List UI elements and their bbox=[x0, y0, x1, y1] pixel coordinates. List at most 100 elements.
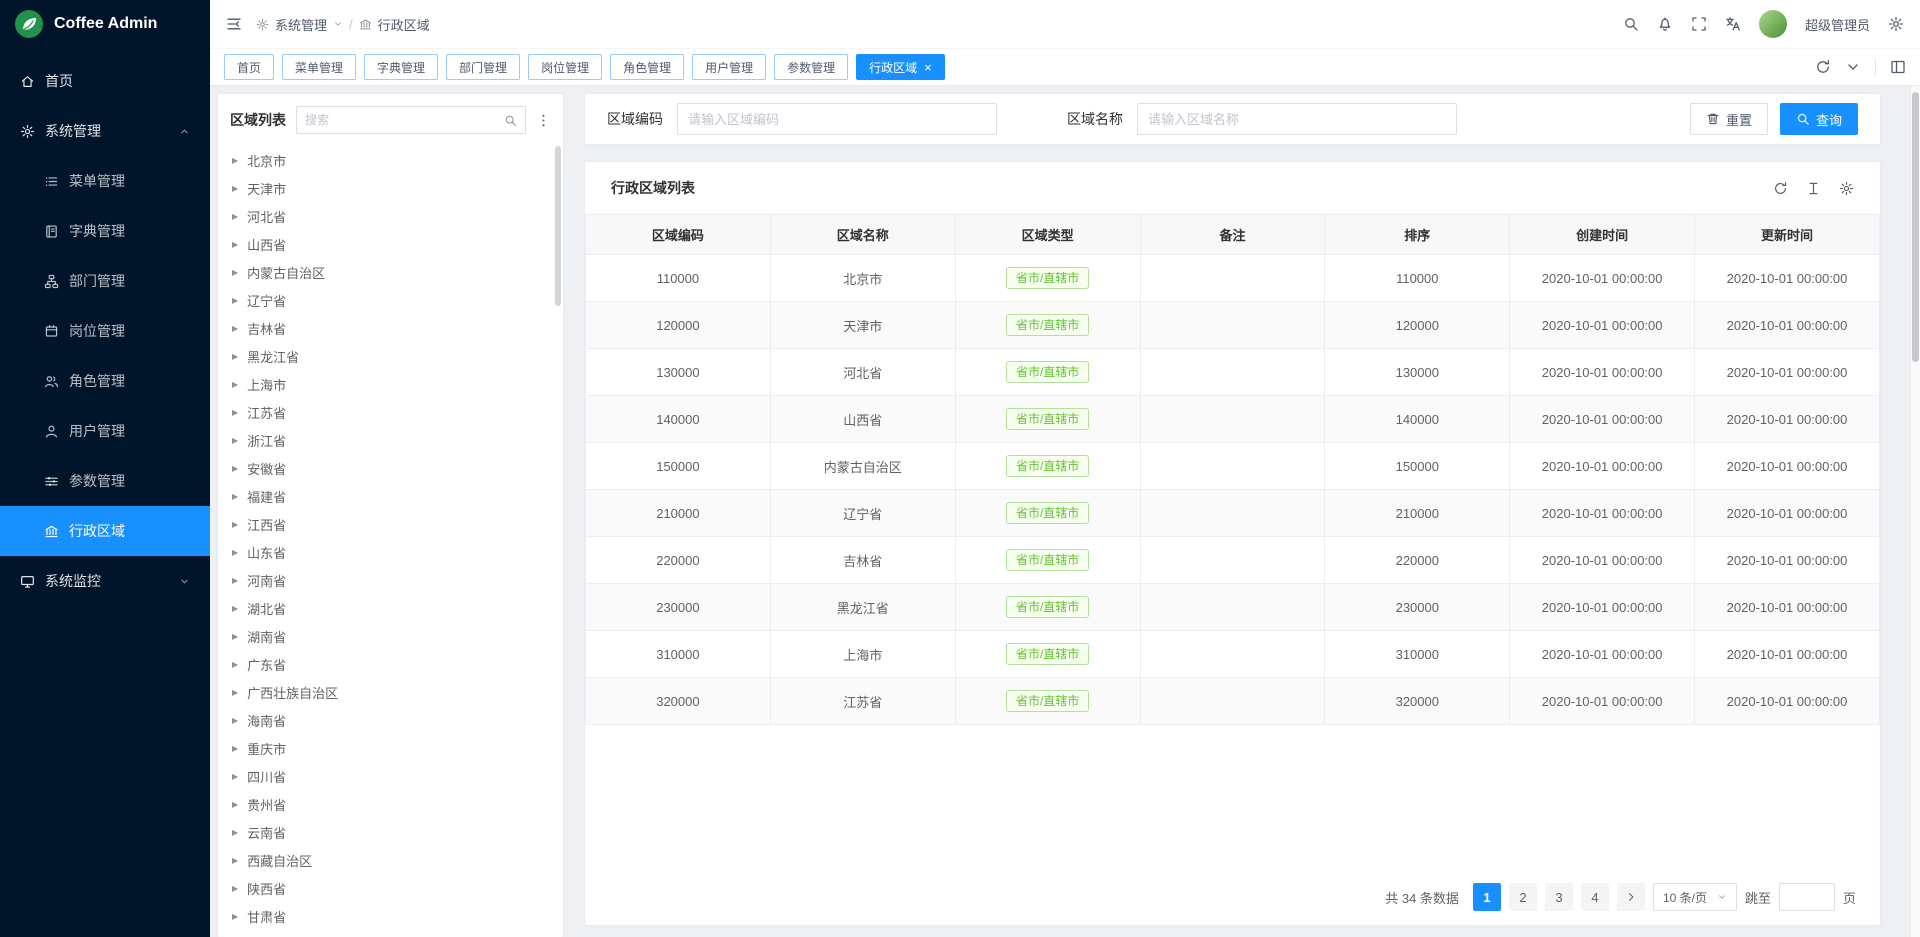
caret-right-icon[interactable]: ▶ bbox=[232, 352, 238, 361]
reset-button[interactable]: 重置 bbox=[1690, 103, 1768, 135]
tab-home[interactable]: 首页 bbox=[224, 54, 274, 80]
table-row[interactable]: 140000 山西省 省市/直辖市 140000 2020-10-01 00:0… bbox=[586, 396, 1880, 443]
caret-right-icon[interactable]: ▶ bbox=[232, 912, 238, 921]
tree-item[interactable]: ▶ 广东省 bbox=[218, 650, 563, 678]
caret-right-icon[interactable]: ▶ bbox=[232, 800, 238, 809]
tree-item[interactable]: ▶ 贵州省 bbox=[218, 790, 563, 818]
tree-item[interactable]: ▶ 青海省 bbox=[218, 930, 563, 937]
caret-right-icon[interactable]: ▶ bbox=[232, 408, 238, 417]
tab-user[interactable]: 用户管理 bbox=[692, 54, 766, 80]
caret-right-icon[interactable]: ▶ bbox=[232, 660, 238, 669]
caret-right-icon[interactable]: ▶ bbox=[232, 576, 238, 585]
table-row[interactable]: 230000 黑龙江省 省市/直辖市 230000 2020-10-01 00:… bbox=[586, 584, 1880, 631]
tab-menu[interactable]: 菜单管理 bbox=[282, 54, 356, 80]
table-row[interactable]: 210000 辽宁省 省市/直辖市 210000 2020-10-01 00:0… bbox=[586, 490, 1880, 537]
tree-item[interactable]: ▶ 福建省 bbox=[218, 482, 563, 510]
table-row[interactable]: 110000 北京市 省市/直辖市 110000 2020-10-01 00:0… bbox=[586, 255, 1880, 302]
page-size-select[interactable]: 10 条/页 bbox=[1653, 883, 1737, 911]
tree-item[interactable]: ▶ 西藏自治区 bbox=[218, 846, 563, 874]
page-button[interactable]: 4 bbox=[1581, 883, 1609, 911]
tab-param[interactable]: 参数管理 bbox=[774, 54, 848, 80]
tab-post[interactable]: 岗位管理 bbox=[528, 54, 602, 80]
caret-right-icon[interactable]: ▶ bbox=[232, 772, 238, 781]
tree-item[interactable]: ▶ 云南省 bbox=[218, 818, 563, 846]
caret-right-icon[interactable]: ▶ bbox=[232, 464, 238, 473]
caret-right-icon[interactable]: ▶ bbox=[232, 436, 238, 445]
caret-right-icon[interactable]: ▶ bbox=[232, 212, 238, 221]
tree-item[interactable]: ▶ 江苏省 bbox=[218, 398, 563, 426]
table-row[interactable]: 150000 内蒙古自治区 省市/直辖市 150000 2020-10-01 0… bbox=[586, 443, 1880, 490]
sidebar-item-menu[interactable]: 菜单管理 bbox=[0, 156, 210, 206]
chevron-down-icon[interactable] bbox=[1845, 59, 1861, 75]
tree-item[interactable]: ▶ 内蒙古自治区 bbox=[218, 258, 563, 286]
tab-close-icon[interactable]: × bbox=[924, 61, 932, 74]
caret-right-icon[interactable]: ▶ bbox=[232, 828, 238, 837]
tree-item[interactable]: ▶ 广西壮族自治区 bbox=[218, 678, 563, 706]
sidebar-item-user[interactable]: 用户管理 bbox=[0, 406, 210, 456]
tab-dict[interactable]: 字典管理 bbox=[364, 54, 438, 80]
page-button[interactable]: 2 bbox=[1509, 883, 1537, 911]
sidebar-item-param[interactable]: 参数管理 bbox=[0, 456, 210, 506]
code-input[interactable] bbox=[677, 103, 997, 135]
tree-item[interactable]: ▶ 辽宁省 bbox=[218, 286, 563, 314]
sidebar-item-home[interactable]: 首页 bbox=[0, 56, 210, 106]
tree-item[interactable]: ▶ 江西省 bbox=[218, 510, 563, 538]
table-row[interactable]: 320000 江苏省 省市/直辖市 320000 2020-10-01 00:0… bbox=[586, 678, 1880, 725]
caret-right-icon[interactable]: ▶ bbox=[232, 492, 238, 501]
tree-item[interactable]: ▶ 吉林省 bbox=[218, 314, 563, 342]
search-icon[interactable] bbox=[1623, 16, 1639, 32]
tree-item[interactable]: ▶ 安徽省 bbox=[218, 454, 563, 482]
page-button[interactable]: 1 bbox=[1473, 883, 1501, 911]
tree-item[interactable]: ▶ 四川省 bbox=[218, 762, 563, 790]
caret-right-icon[interactable]: ▶ bbox=[232, 296, 238, 305]
tree-item[interactable]: ▶ 山西省 bbox=[218, 230, 563, 258]
breadcrumb-section[interactable]: 系统管理 bbox=[275, 15, 327, 34]
caret-right-icon[interactable]: ▶ bbox=[232, 268, 238, 277]
menu-collapse-icon[interactable] bbox=[226, 16, 242, 32]
tree-item[interactable]: ▶ 黑龙江省 bbox=[218, 342, 563, 370]
notification-bell-icon[interactable] bbox=[1657, 16, 1673, 32]
tree-scrollbar[interactable] bbox=[555, 146, 561, 306]
caret-right-icon[interactable]: ▶ bbox=[232, 632, 238, 641]
sidebar-item-role[interactable]: 角色管理 bbox=[0, 356, 210, 406]
tree-item[interactable]: ▶ 海南省 bbox=[218, 706, 563, 734]
tree-item[interactable]: ▶ 河北省 bbox=[218, 202, 563, 230]
table-row[interactable]: 220000 吉林省 省市/直辖市 220000 2020-10-01 00:0… bbox=[586, 537, 1880, 584]
avatar[interactable] bbox=[1759, 10, 1787, 38]
caret-right-icon[interactable]: ▶ bbox=[232, 688, 238, 697]
tree-item[interactable]: ▶ 浙江省 bbox=[218, 426, 563, 454]
caret-right-icon[interactable]: ▶ bbox=[232, 156, 238, 165]
sidebar-item-dict[interactable]: 字典管理 bbox=[0, 206, 210, 256]
tree-item[interactable]: ▶ 甘肃省 bbox=[218, 902, 563, 930]
more-options-icon[interactable] bbox=[536, 113, 551, 128]
fullscreen-icon[interactable] bbox=[1691, 16, 1707, 32]
tab-dept[interactable]: 部门管理 bbox=[446, 54, 520, 80]
table-row[interactable]: 130000 河北省 省市/直辖市 130000 2020-10-01 00:0… bbox=[586, 349, 1880, 396]
row-height-icon[interactable] bbox=[1806, 181, 1821, 196]
sidebar-section-system[interactable]: 系统管理 bbox=[0, 106, 210, 156]
tree-item[interactable]: ▶ 天津市 bbox=[218, 174, 563, 202]
settings-gear-icon[interactable] bbox=[1888, 16, 1904, 32]
caret-right-icon[interactable]: ▶ bbox=[232, 716, 238, 725]
tab-role[interactable]: 角色管理 bbox=[610, 54, 684, 80]
tree-item[interactable]: ▶ 北京市 bbox=[218, 146, 563, 174]
sidebar-item-post[interactable]: 岗位管理 bbox=[0, 306, 210, 356]
caret-right-icon[interactable]: ▶ bbox=[232, 744, 238, 753]
tree-item[interactable]: ▶ 上海市 bbox=[218, 370, 563, 398]
tree-item[interactable]: ▶ 陕西省 bbox=[218, 874, 563, 902]
scrollbar-thumb[interactable] bbox=[1912, 92, 1919, 362]
region-search-input[interactable] bbox=[305, 113, 498, 127]
tree-item[interactable]: ▶ 河南省 bbox=[218, 566, 563, 594]
next-page-button[interactable] bbox=[1617, 883, 1645, 911]
caret-right-icon[interactable]: ▶ bbox=[232, 856, 238, 865]
tree-item[interactable]: ▶ 重庆市 bbox=[218, 734, 563, 762]
tree-item[interactable]: ▶ 湖北省 bbox=[218, 594, 563, 622]
search-icon[interactable] bbox=[504, 114, 517, 127]
user-name[interactable]: 超级管理员 bbox=[1805, 15, 1870, 34]
caret-right-icon[interactable]: ▶ bbox=[232, 520, 238, 529]
translate-icon[interactable] bbox=[1725, 16, 1741, 32]
name-input[interactable] bbox=[1137, 103, 1457, 135]
caret-right-icon[interactable]: ▶ bbox=[232, 184, 238, 193]
sidebar-item-dept[interactable]: 部门管理 bbox=[0, 256, 210, 306]
tree-item[interactable]: ▶ 山东省 bbox=[218, 538, 563, 566]
